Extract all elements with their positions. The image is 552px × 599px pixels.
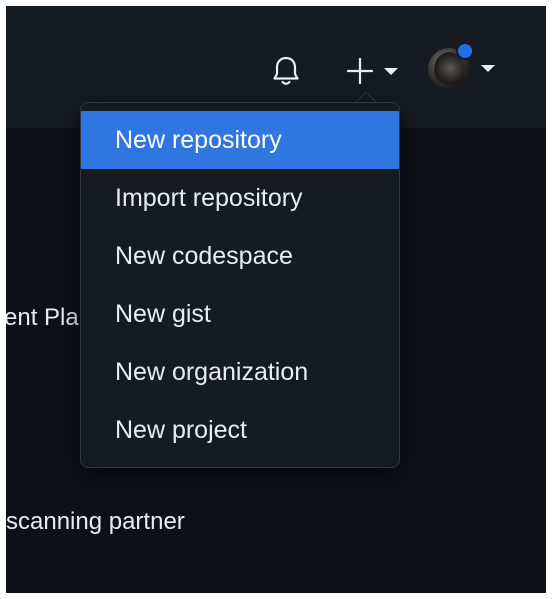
menu-item-import-repository[interactable]: Import repository (81, 169, 399, 227)
notifications-button[interactable] (272, 54, 300, 88)
create-new-button[interactable] (346, 52, 402, 88)
menu-item-new-gist[interactable]: New gist (81, 285, 399, 343)
create-dropdown-menu: New repository Import repository New cod… (80, 102, 400, 468)
plus-icon (346, 57, 374, 85)
status-dot (456, 42, 474, 60)
chevron-down-icon (481, 65, 495, 72)
user-menu-button[interactable] (428, 42, 500, 94)
menu-item-new-organization[interactable]: New organization (81, 343, 399, 401)
bell-icon (273, 56, 299, 85)
background-text: scanning partner (6, 508, 185, 535)
menu-item-new-repository[interactable]: New repository (81, 111, 399, 169)
chevron-down-icon (384, 68, 398, 75)
background-text: ent Pla (6, 304, 79, 331)
menu-item-new-codespace[interactable]: New codespace (81, 227, 399, 285)
app-window: ent Pla scanning partner New repository … (6, 6, 546, 593)
menu-item-new-project[interactable]: New project (81, 401, 399, 459)
menu-list: New repository Import repository New cod… (81, 111, 399, 459)
